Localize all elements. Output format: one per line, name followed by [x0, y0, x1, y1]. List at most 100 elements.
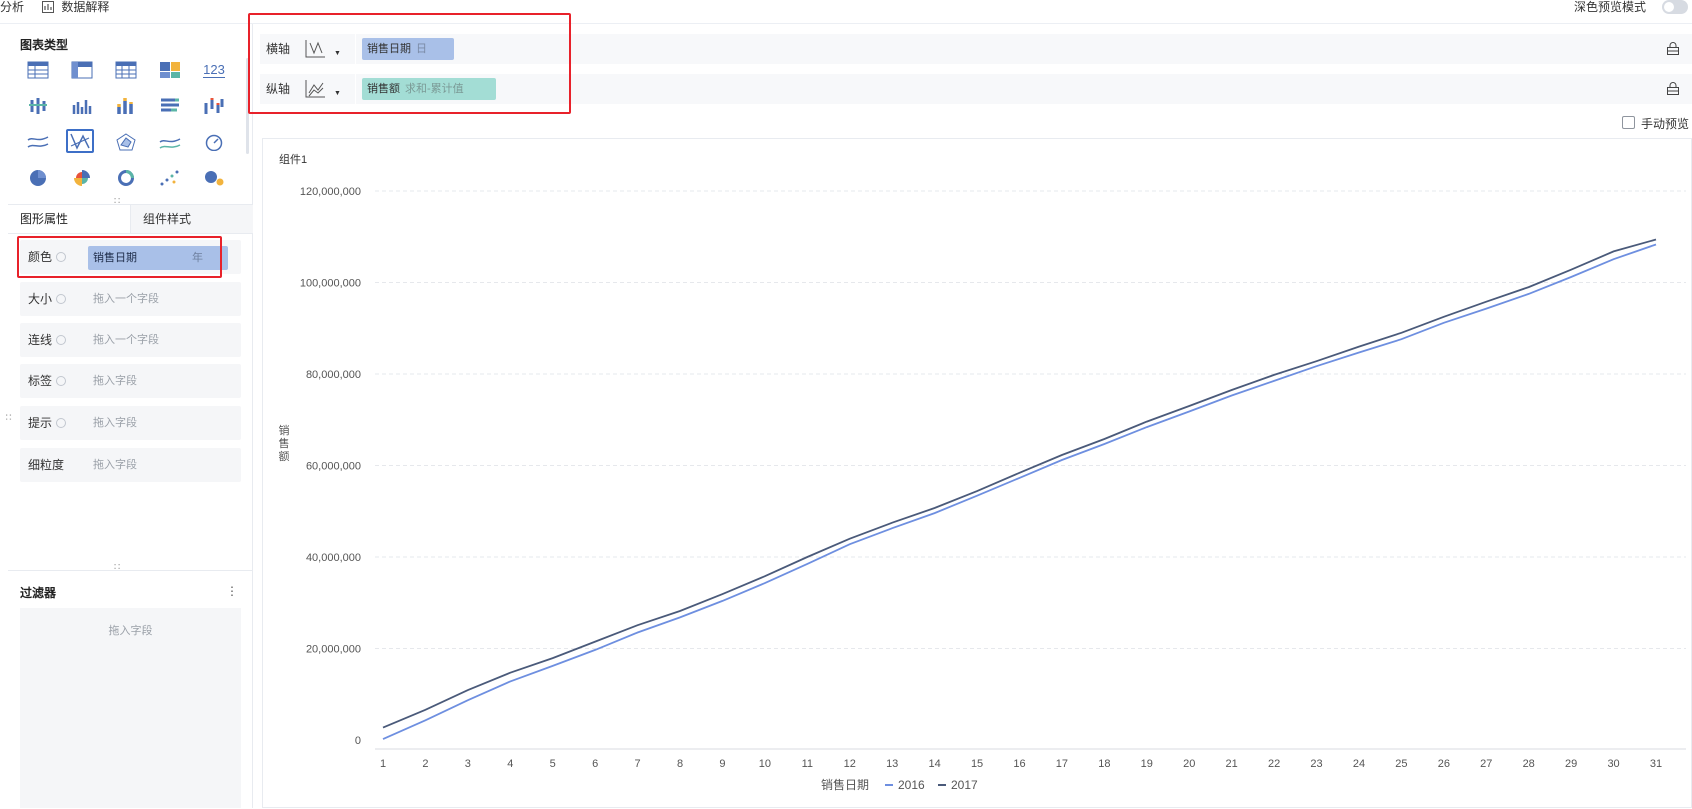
scatter-icon[interactable]: [156, 166, 184, 190]
x-tick-label: 29: [1565, 758, 1577, 770]
x-tick-label: 24: [1353, 758, 1365, 770]
x-tick-label: 3: [465, 758, 471, 770]
x-tick-label: 31: [1650, 758, 1662, 770]
x-tick-label: 25: [1395, 758, 1407, 770]
data-explain-label: 数据解释: [61, 0, 110, 14]
divider: [8, 570, 253, 571]
prop-placeholder-size: 拖入一个字段: [93, 293, 159, 305]
x-tick-label: 13: [886, 758, 898, 770]
x-tick-label: 21: [1226, 758, 1238, 770]
more-options-icon[interactable]: ⋮: [226, 585, 238, 597]
property-tabs: 图形属性 组件样式: [8, 204, 253, 234]
x-tick-label: 1: [380, 758, 386, 770]
prop-placeholder-label: 拖入字段: [93, 375, 137, 387]
analysis-tab[interactable]: 分析: [0, 0, 24, 14]
line-icon[interactable]: [24, 130, 52, 154]
prop-label-granularity: 细粒度: [28, 458, 65, 472]
y-tick-label: 80,000,000: [306, 369, 361, 381]
y-tick-label: 0: [355, 735, 361, 747]
x-tick-label: 27: [1480, 758, 1492, 770]
table-icon[interactable]: [24, 58, 52, 82]
x-tick-label: 19: [1141, 758, 1153, 770]
x-tick-label: 8: [677, 758, 683, 770]
bubble-icon[interactable]: [200, 166, 228, 190]
prop-row-label[interactable]: 标签 拖入字段: [20, 364, 241, 398]
side-resize-grip[interactable]: ∷: [2, 414, 13, 421]
manual-preview-label: 手动预览: [1641, 117, 1690, 131]
x-tick-label: 14: [929, 758, 941, 770]
x-tick-label: 10: [759, 758, 771, 770]
x-tick-label: 22: [1268, 758, 1280, 770]
prop-label-tooltip: 提示: [28, 416, 53, 430]
gear-icon[interactable]: [56, 376, 66, 386]
tab-shape-properties[interactable]: 图形属性: [8, 205, 131, 233]
gear-icon[interactable]: [56, 335, 66, 345]
y-tick-label: 20,000,000: [306, 644, 361, 656]
prop-placeholder-tooltip: 拖入字段: [93, 417, 137, 429]
filter-title: 过滤器: [20, 586, 57, 600]
x-tick-label: 9: [719, 758, 725, 770]
series-line-2017: [382, 238, 1657, 729]
custom-line-icon[interactable]: [66, 129, 94, 153]
area-icon[interactable]: [156, 130, 184, 154]
highlight-box-color: [17, 236, 222, 278]
gear-icon[interactable]: [56, 294, 66, 304]
column-icon[interactable]: [68, 94, 96, 118]
prop-row-connect-line[interactable]: 连线 拖入一个字段: [20, 323, 241, 357]
dark-preview-label: 深色预览模式: [1574, 0, 1647, 14]
horizontal-bar-icon[interactable]: [156, 94, 184, 118]
line-chart: 0 20,000,000 40,000,000 60,000,000 80,000,00…: [279, 186, 1686, 792]
filter-placeholder: 拖入字段: [108, 625, 153, 637]
resize-grip-bottom[interactable]: ∷: [114, 562, 121, 573]
x-tick-label: 15: [971, 758, 983, 770]
lock-icon[interactable]: [1666, 42, 1680, 56]
prop-row-tooltip[interactable]: 提示 拖入字段: [20, 406, 241, 440]
detail-table-icon[interactable]: [112, 58, 140, 82]
chart-widget[interactable]: 组件1 0 20,000,000 40,000,000 60,000,000 80,00…: [262, 138, 1692, 808]
grouped-bar-icon[interactable]: [24, 94, 52, 118]
gauge-icon[interactable]: [200, 130, 228, 154]
prop-placeholder-granularity: 拖入字段: [93, 459, 137, 471]
highlight-box-axes: [248, 13, 571, 114]
data-explain-button[interactable]: 数据解释: [42, 0, 109, 14]
dark-preview-toggle[interactable]: [1662, 0, 1688, 14]
stacked-column-icon[interactable]: [112, 94, 140, 118]
waterfall-icon[interactable]: [200, 94, 228, 118]
rose-icon[interactable]: [68, 166, 96, 190]
lock-icon[interactable]: [1666, 82, 1680, 96]
number-glyph: 123: [203, 62, 225, 78]
x-tick-label: 28: [1523, 758, 1535, 770]
filter-drop-zone[interactable]: 拖入字段: [20, 608, 241, 808]
cross-table-icon[interactable]: [68, 58, 96, 82]
treemap-icon[interactable]: [156, 58, 184, 82]
x-tick-label: 7: [635, 758, 641, 770]
x-tick-label: 2: [422, 758, 428, 770]
prop-row-granularity[interactable]: 细粒度 拖入字段: [20, 448, 241, 482]
legend-label-2016: 2016: [898, 778, 925, 792]
manual-preview-checkbox[interactable]: [1622, 116, 1635, 129]
prop-label-size: 大小: [28, 292, 53, 306]
tab-component-style[interactable]: 组件样式: [131, 205, 253, 233]
legend-title: 销售日期: [821, 777, 869, 792]
prop-label-label: 标签: [28, 374, 53, 388]
x-tick-label: 18: [1098, 758, 1110, 770]
prop-row-size[interactable]: 大小 拖入一个字段: [20, 282, 241, 316]
x-tick-label: 11: [802, 758, 813, 770]
x-tick-label: 6: [592, 758, 598, 770]
x-tick-label: 17: [1056, 758, 1068, 770]
y-tick-label: 100,000,000: [300, 278, 361, 290]
donut-icon[interactable]: [112, 166, 140, 190]
y-axis-title: 销售额: [279, 423, 290, 463]
legend-label-2017: 2017: [951, 778, 978, 792]
prop-placeholder-connect-line: 拖入一个字段: [93, 334, 159, 346]
x-tick-label: 26: [1438, 758, 1450, 770]
y-tick-label: 40,000,000: [306, 552, 361, 564]
x-tick-label: 4: [507, 758, 513, 770]
number-icon[interactable]: 123: [200, 58, 228, 82]
radar-icon[interactable]: [112, 130, 140, 154]
pie-icon[interactable]: [24, 166, 52, 190]
x-tick-label: 12: [844, 758, 856, 770]
prop-label-connect-line: 连线: [28, 333, 53, 347]
gear-icon[interactable]: [56, 418, 66, 428]
x-tick-label: 5: [550, 758, 556, 770]
